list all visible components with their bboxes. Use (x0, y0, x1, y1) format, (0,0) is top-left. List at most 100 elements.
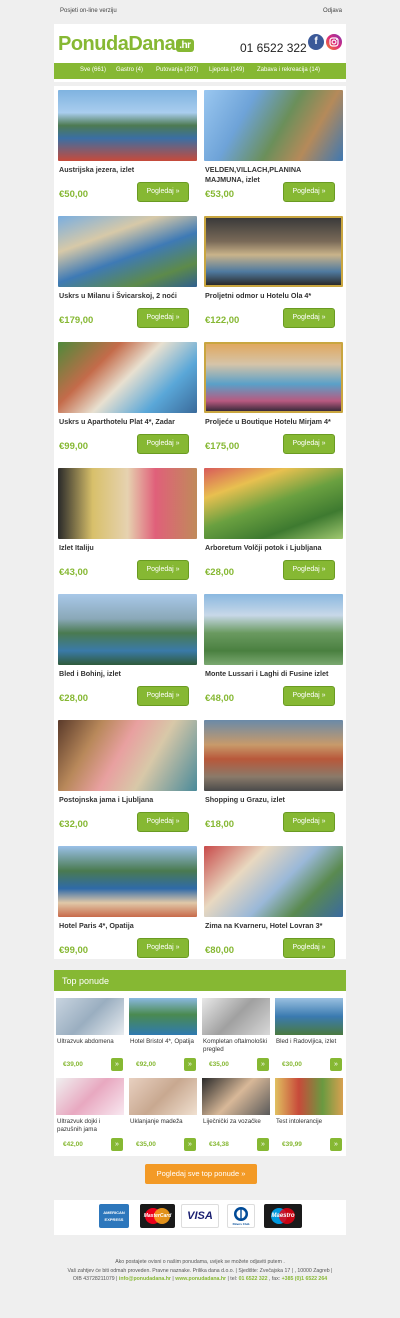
top-offer-image[interactable] (129, 1078, 197, 1115)
offer-title[interactable]: Hotel Paris 4*, Opatija (59, 921, 195, 931)
offer-image[interactable] (58, 90, 197, 161)
offer-card[interactable]: Postojnska jama i Ljubljana €32,00 Pogle… (54, 716, 197, 839)
top-offer-item[interactable]: Liječnički za vozačke €34,38 » (201, 1078, 271, 1156)
offer-image[interactable] (58, 216, 197, 287)
view-offer-button[interactable]: Pogledaj » (137, 686, 189, 706)
offer-title[interactable]: Arboretum Volčji potok i Ljubljana (205, 543, 341, 553)
footer-email-link[interactable]: info@ponudadana.hr (119, 1276, 171, 1282)
offer-card[interactable]: Bled i Bohinj, izlet €28,00 Pogledaj » (54, 590, 197, 713)
top-offer-name[interactable]: Liječnički za vozačke (203, 1118, 271, 1126)
view-offer-button[interactable]: Pogledaj » (283, 686, 335, 706)
offer-image[interactable] (58, 720, 197, 791)
offer-card[interactable]: Uskrs u Aparthotelu Plat 4*, Zadar €99,0… (54, 338, 197, 461)
offer-card[interactable]: Proljetni odmor u Hotelu Ola 4* €122,00 … (200, 212, 343, 335)
view-offer-button[interactable]: Pogledaj » (283, 938, 335, 958)
offer-card[interactable]: Proljeće u Boutique Hotelu Mirjam 4* €17… (200, 338, 343, 461)
top-offer-arrow-button[interactable]: » (330, 1138, 342, 1151)
top-offer-image[interactable] (202, 1078, 270, 1115)
view-offer-button[interactable]: Pogledaj » (137, 182, 189, 202)
view-offer-button[interactable]: Pogledaj » (283, 434, 335, 454)
top-offer-arrow-button[interactable]: » (184, 1058, 196, 1071)
top-offer-name[interactable]: Bled i Radovljica, izlet (276, 1038, 344, 1046)
offer-title[interactable]: Zima na Kvarneru, Hotel Lovran 3* (205, 921, 341, 931)
offer-card[interactable]: Zima na Kvarneru, Hotel Lovran 3* €80,00… (200, 842, 343, 965)
logout-link[interactable]: Odjava (323, 8, 342, 14)
view-offer-button[interactable]: Pogledaj » (283, 812, 335, 832)
view-offer-button[interactable]: Pogledaj » (283, 182, 335, 202)
top-offer-name[interactable]: Ultrazvuk abdomena (57, 1038, 125, 1046)
offer-title[interactable]: Uskrs u Milanu i Švicarskoj, 2 noći (59, 291, 195, 301)
top-offer-item[interactable]: Uklanjanje madeža €35,00 » (128, 1078, 198, 1156)
top-offer-arrow-button[interactable]: » (111, 1058, 123, 1071)
offer-title[interactable]: Proljeće u Boutique Hotelu Mirjam 4* (205, 417, 341, 427)
top-offer-image[interactable] (129, 998, 197, 1035)
offer-card[interactable]: Austrijska jezera, izlet €50,00 Pogledaj… (54, 86, 197, 209)
offer-image[interactable] (58, 846, 197, 917)
footer-website-link[interactable]: www.ponudadana.hr (175, 1276, 226, 1282)
top-offer-item[interactable]: Ultrazvuk dojki i pazušnih jama €42,00 » (55, 1078, 125, 1156)
view-offer-button[interactable]: Pogledaj » (137, 938, 189, 958)
logo[interactable]: PonudaDana .hr (58, 33, 194, 56)
offer-card[interactable]: Uskrs u Milanu i Švicarskoj, 2 noći €179… (54, 212, 197, 335)
offer-image[interactable] (204, 468, 343, 539)
offer-card[interactable]: Hotel Paris 4*, Opatija €99,00 Pogledaj … (54, 842, 197, 965)
top-offer-name[interactable]: Test intolerancije (276, 1118, 344, 1126)
instagram-icon[interactable] (326, 34, 342, 50)
offer-card[interactable]: VELDEN,VILLACH,PLANINA MAJMUNA, izlet €5… (200, 86, 343, 209)
online-version-link[interactable]: Posjeti on-line verziju (60, 8, 117, 14)
offer-image[interactable] (204, 720, 343, 791)
offer-title[interactable]: Shopping u Grazu, izlet (205, 795, 341, 805)
offer-title[interactable]: Monte Lussari i Laghi di Fusine izlet (205, 669, 341, 679)
offer-image[interactable] (204, 594, 343, 665)
top-offer-arrow-button[interactable]: » (330, 1058, 342, 1071)
top-offer-image[interactable] (56, 998, 124, 1035)
view-offer-button[interactable]: Pogledaj » (283, 560, 335, 580)
offer-card[interactable]: Shopping u Grazu, izlet €18,00 Pogledaj … (200, 716, 343, 839)
offer-title[interactable]: Izlet Italiju (59, 543, 195, 553)
offer-image[interactable] (204, 342, 343, 413)
offer-image[interactable] (204, 90, 343, 161)
top-offer-item[interactable]: Test intolerancije €39,99 » (274, 1078, 344, 1156)
offer-title[interactable]: Proljetni odmor u Hotelu Ola 4* (205, 291, 341, 301)
top-offer-item[interactable]: Bled i Radovljica, izlet €30,00 » (274, 998, 344, 1076)
top-offer-arrow-button[interactable]: » (184, 1138, 196, 1151)
top-offer-name[interactable]: Kompletan oftalmološki pregled (203, 1038, 271, 1055)
top-offer-item[interactable]: Kompletan oftalmološki pregled €35,00 » (201, 998, 271, 1076)
offer-title[interactable]: Bled i Bohinj, izlet (59, 669, 195, 679)
view-offer-button[interactable]: Pogledaj » (283, 308, 335, 328)
see-all-top-offers-button[interactable]: Pogledaj sve top ponude » (145, 1164, 257, 1184)
top-offer-name[interactable]: Ultrazvuk dojki i pazušnih jama (57, 1118, 125, 1135)
top-offer-item[interactable]: Ultrazvuk abdomena €39,00 » (55, 998, 125, 1076)
nav-item-sve[interactable]: Sve (661) (80, 67, 106, 73)
nav-item-putovanja[interactable]: Putovanja (287) (156, 67, 198, 73)
top-offer-image[interactable] (275, 998, 343, 1035)
top-offer-arrow-button[interactable]: » (257, 1058, 269, 1071)
top-offer-name[interactable]: Uklanjanje madeža (130, 1118, 198, 1126)
offer-image[interactable] (58, 342, 197, 413)
nav-item-ljepota[interactable]: Ljepota (149) (209, 67, 244, 73)
view-offer-button[interactable]: Pogledaj » (137, 560, 189, 580)
view-offer-button[interactable]: Pogledaj » (137, 434, 189, 454)
offer-image[interactable] (58, 468, 197, 539)
nav-item-zabava[interactable]: Zabava i rekreacija (14) (257, 67, 320, 73)
top-offer-item[interactable]: Hotel Bristol 4*, Opatija €92,00 » (128, 998, 198, 1076)
top-offer-name[interactable]: Hotel Bristol 4*, Opatija (130, 1038, 198, 1046)
facebook-icon[interactable]: f (308, 34, 324, 50)
top-offer-image[interactable] (56, 1078, 124, 1115)
top-offer-image[interactable] (275, 1078, 343, 1115)
offer-card[interactable]: Monte Lussari i Laghi di Fusine izlet €4… (200, 590, 343, 713)
offer-image[interactable] (204, 216, 343, 287)
offer-title[interactable]: Uskrs u Aparthotelu Plat 4*, Zadar (59, 417, 195, 427)
top-offer-image[interactable] (202, 998, 270, 1035)
offer-card[interactable]: Arboretum Volčji potok i Ljubljana €28,0… (200, 464, 343, 587)
top-offer-arrow-button[interactable]: » (111, 1138, 123, 1151)
nav-item-gastro[interactable]: Gastro (4) (116, 67, 143, 73)
offer-title[interactable]: Austrijska jezera, izlet (59, 165, 195, 175)
offer-image[interactable] (58, 594, 197, 665)
offer-card[interactable]: Izlet Italiju €43,00 Pogledaj » (54, 464, 197, 587)
top-offer-arrow-button[interactable]: » (257, 1138, 269, 1151)
offer-image[interactable] (204, 846, 343, 917)
view-offer-button[interactable]: Pogledaj » (137, 308, 189, 328)
view-offer-button[interactable]: Pogledaj » (137, 812, 189, 832)
offer-title[interactable]: Postojnska jama i Ljubljana (59, 795, 195, 805)
